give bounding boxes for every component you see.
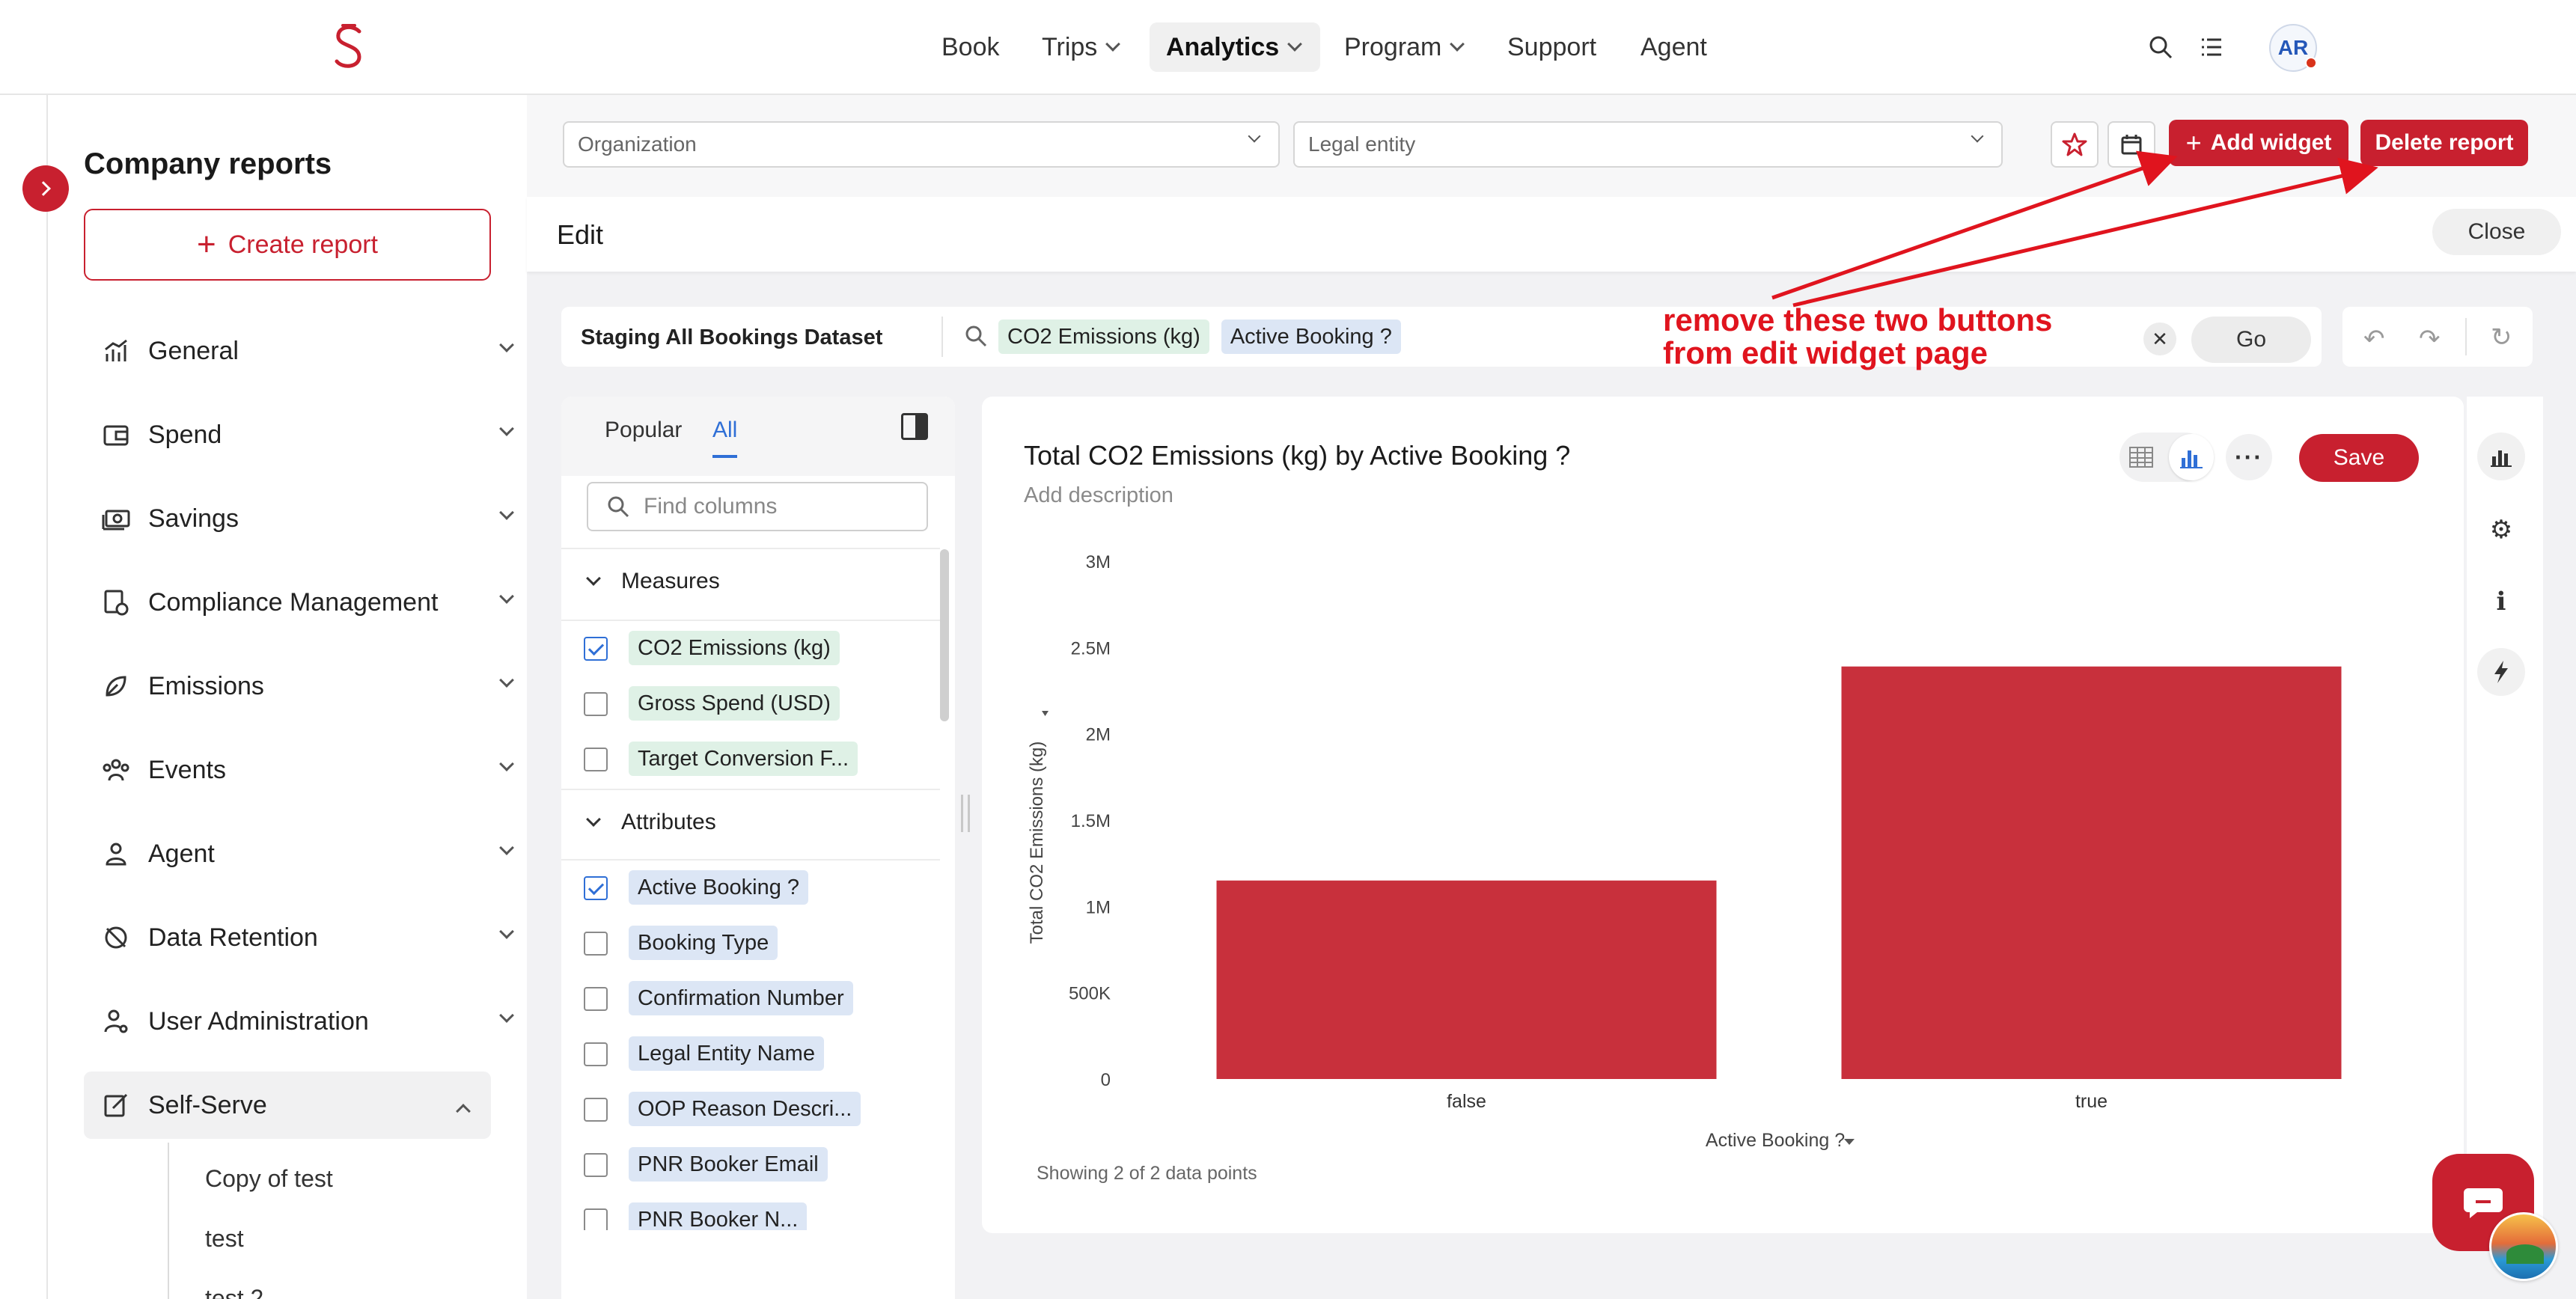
annotation-arrows	[1771, 150, 2378, 308]
annotation-line: from edit widget page	[1663, 335, 1989, 370]
annotation-line: remove these two buttons	[1663, 302, 2053, 337]
annotation-text: remove these two buttons from edit widge…	[1663, 304, 2052, 370]
